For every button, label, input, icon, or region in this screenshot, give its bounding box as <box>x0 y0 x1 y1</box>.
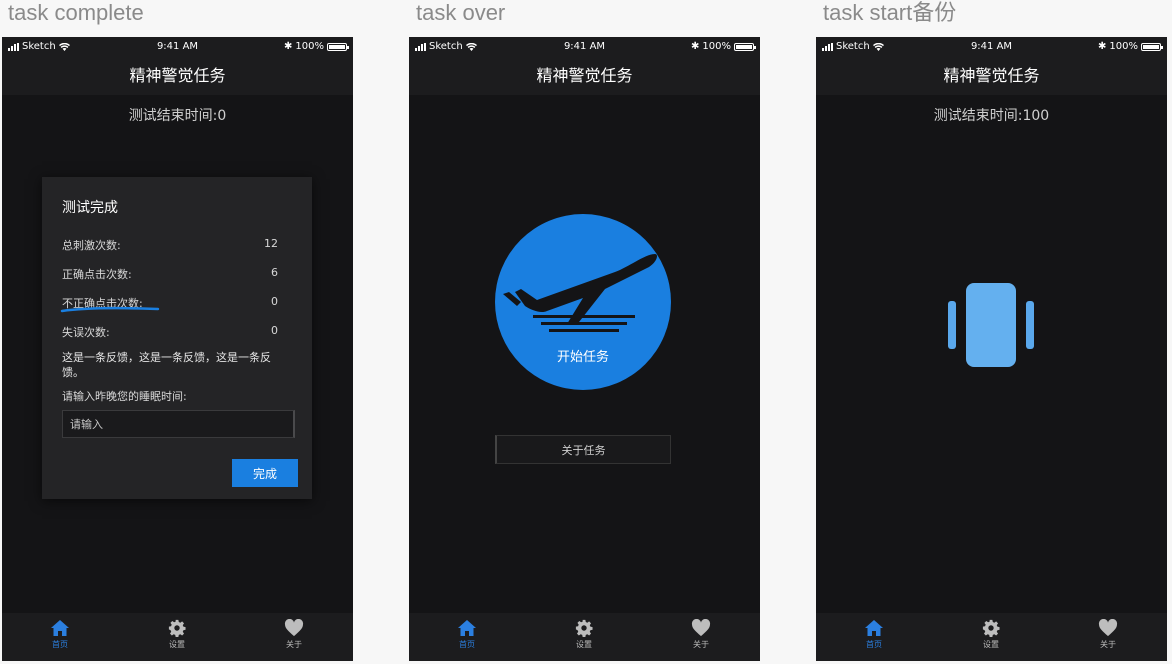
stat-row: 正确点击次数: 6 <box>62 266 278 282</box>
tab-bar: 首页 设置 关于 <box>816 613 1167 661</box>
stat-value: 12 <box>264 237 278 250</box>
stat-label: 总刺激次数: <box>62 239 121 252</box>
heart-icon <box>1098 619 1118 637</box>
tab-bar: 首页 设置 关于 <box>2 613 353 661</box>
stat-value: 0 <box>271 295 278 308</box>
tab-label: 设置 <box>983 640 999 649</box>
phone-screen-task-over: Sketch 9:41 AM ✱ 100% 精神警觉任务 开始任务 关于任务 首… <box>409 37 760 661</box>
phone-screen-task-start: Sketch 9:41 AM ✱ 100% 精神警觉任务 测试结束时间:100 … <box>816 37 1167 661</box>
tab-about[interactable]: 关于 <box>1078 619 1138 650</box>
page-title: 精神警觉任务 <box>816 57 1167 95</box>
artboard-label: task start备份 <box>823 0 957 25</box>
gear-icon <box>168 619 186 637</box>
tab-label: 关于 <box>1100 640 1116 649</box>
tab-home[interactable]: 首页 <box>30 619 90 650</box>
phone-screen-task-complete: Sketch 9:41 AM ✱ 100% 精神警觉任务 测试结束时间:0 测试… <box>2 37 353 661</box>
stat-label: 失误次数: <box>62 326 110 339</box>
battery-percent: 100% <box>1109 41 1138 52</box>
result-dialog: 测试完成 总刺激次数: 12 正确点击次数: 6 不正确点击次数: 0 失误次数… <box>42 177 312 499</box>
page-title: 精神警觉任务 <box>409 57 760 95</box>
battery-percent: 100% <box>295 41 324 52</box>
battery-icon <box>1141 42 1163 51</box>
tab-label: 首页 <box>459 640 475 649</box>
tab-home[interactable]: 首页 <box>437 619 497 650</box>
battery-icon <box>734 42 756 51</box>
sleep-time-input[interactable] <box>62 410 295 438</box>
status-bar: Sketch 9:41 AM ✱ 100% <box>409 37 760 57</box>
gear-icon <box>575 619 593 637</box>
tab-settings[interactable]: 设置 <box>147 619 207 650</box>
vibrating-phone-icon <box>948 283 1034 367</box>
dialog-title: 测试完成 <box>62 200 118 216</box>
tab-settings[interactable]: 设置 <box>961 619 1021 650</box>
tab-bar: 首页 设置 关于 <box>409 613 760 661</box>
artboard-label: task over <box>416 0 506 25</box>
stat-row: 总刺激次数: 12 <box>62 237 278 253</box>
home-icon <box>51 620 69 636</box>
tab-label: 设置 <box>576 640 592 649</box>
battery-icon <box>327 42 349 51</box>
tab-home[interactable]: 首页 <box>844 619 904 650</box>
stat-value: 6 <box>271 266 278 279</box>
tab-label: 关于 <box>286 640 302 649</box>
start-task-button[interactable]: 开始任务 <box>495 214 671 390</box>
tab-label: 设置 <box>169 640 185 649</box>
bluetooth-icon: ✱ <box>1098 41 1107 52</box>
gear-icon <box>982 619 1000 637</box>
tab-settings[interactable]: 设置 <box>554 619 614 650</box>
tab-about[interactable]: 关于 <box>264 619 324 650</box>
status-bar: Sketch 9:41 AM ✱ 100% <box>816 37 1167 57</box>
bluetooth-icon: ✱ <box>691 41 700 52</box>
tab-about[interactable]: 关于 <box>671 619 731 650</box>
tab-label: 首页 <box>52 640 68 649</box>
tab-label: 关于 <box>693 640 709 649</box>
sleep-time-label: 请输入昨晚您的睡眠时间: <box>62 390 187 403</box>
page-title: 精神警觉任务 <box>2 57 353 95</box>
highlight-underline <box>60 306 160 313</box>
bluetooth-icon: ✱ <box>284 41 293 52</box>
test-end-time: 测试结束时间:0 <box>128 108 227 124</box>
tab-label: 首页 <box>866 640 882 649</box>
heart-icon <box>691 619 711 637</box>
heart-icon <box>284 619 304 637</box>
status-bar: Sketch 9:41 AM ✱ 100% <box>2 37 353 57</box>
stat-value: 0 <box>271 324 278 337</box>
home-icon <box>865 620 883 636</box>
start-task-label: 开始任务 <box>556 350 609 365</box>
stat-row: 失误次数: 0 <box>62 324 278 340</box>
about-task-button[interactable]: 关于任务 <box>495 435 671 464</box>
battery-percent: 100% <box>702 41 731 52</box>
stat-label: 正确点击次数: <box>62 268 132 281</box>
done-button[interactable]: 完成 <box>232 459 298 487</box>
home-icon <box>458 620 476 636</box>
test-end-time: 测试结束时间:100 <box>933 108 1050 124</box>
feedback-text: 这是一条反馈，这是一条反馈，这是一条反馈。 <box>62 351 271 379</box>
artboard-label: task complete <box>8 0 144 25</box>
